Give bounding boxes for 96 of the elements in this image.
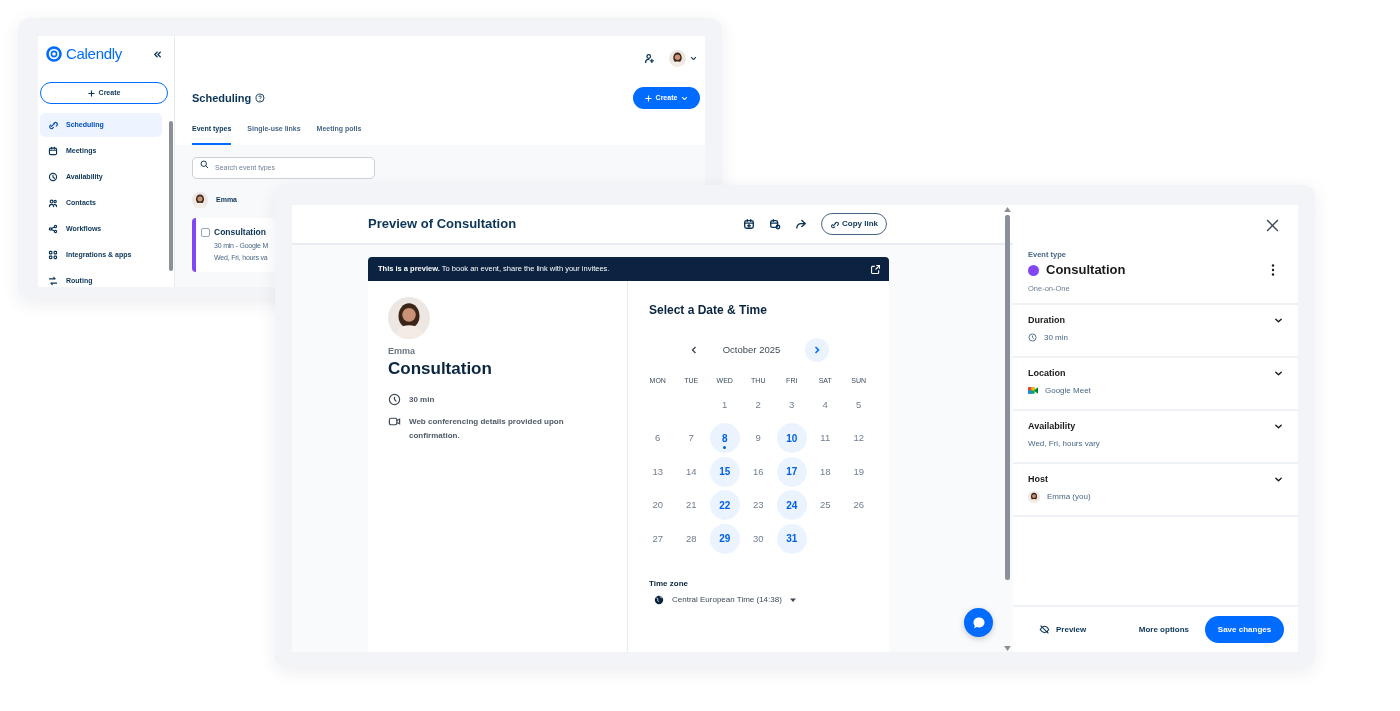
calendar-day: 14 (685, 464, 697, 479)
calendar-day: 27 (652, 531, 664, 546)
calendar-day: 26 (853, 498, 865, 513)
link-icon (830, 219, 839, 229)
calendar-day[interactable]: 10 (776, 423, 807, 454)
calendar-settings-icon[interactable] (769, 218, 781, 230)
more-options-button[interactable]: More options (1138, 623, 1189, 636)
calendar-day: 21 (685, 498, 697, 513)
settings-section[interactable]: Duration 30 min (1013, 305, 1298, 358)
calendar-day[interactable]: 8 (709, 423, 740, 454)
calendar-day: 1 (722, 397, 728, 412)
chat-button[interactable] (964, 608, 993, 637)
logo-icon (46, 46, 62, 62)
apps-icon (48, 250, 58, 260)
more-options-icon[interactable] (1271, 264, 1275, 276)
settings-section[interactable]: Host Emma (you) (1013, 464, 1298, 517)
event-title: Consultation (214, 226, 267, 239)
calendar-day: 9 (755, 431, 761, 446)
calendar-add-icon[interactable] (743, 218, 755, 230)
chat-icon (971, 615, 986, 630)
chevron-down-icon (1274, 422, 1283, 432)
calendar-day[interactable]: 15 (709, 456, 740, 487)
chevron-down-icon (1274, 475, 1283, 485)
event-title: Consultation (1046, 261, 1126, 280)
link-icon (48, 120, 58, 130)
scroll-up-icon[interactable] (1004, 207, 1011, 212)
calendar-icon (48, 146, 58, 156)
plus-icon (87, 89, 95, 97)
logo-text: Calendly (66, 43, 122, 64)
calendar-day: 4 (822, 397, 828, 412)
calendar-day: 25 (819, 498, 831, 513)
add-person-icon[interactable] (644, 52, 655, 64)
share-icon[interactable] (795, 218, 807, 230)
calendar-day: 7 (688, 431, 694, 446)
video-meeting-icon (1028, 386, 1038, 395)
chevron-down-icon (1274, 369, 1283, 379)
clock-icon (1028, 333, 1037, 342)
caret-icon (789, 596, 796, 603)
globe-icon (654, 594, 664, 605)
calendar-day[interactable]: 31 (776, 523, 807, 554)
chevron-down-icon (681, 94, 689, 102)
calendar-day: 19 (853, 464, 865, 479)
calendar-day: 23 (752, 498, 764, 513)
clock-icon (48, 172, 58, 182)
avatar (669, 49, 686, 67)
scroll-down-icon[interactable] (1004, 646, 1011, 651)
calendar-day: 30 (752, 531, 764, 546)
external-link-icon[interactable] (870, 263, 881, 275)
scrollbar[interactable] (1005, 215, 1010, 580)
scrollbar[interactable] (169, 121, 173, 271)
calendar-day: 6 (655, 431, 661, 446)
month-label: October 2025 (721, 342, 782, 357)
eye-off-icon (1039, 624, 1050, 635)
calendar-day[interactable]: 29 (709, 523, 740, 554)
plus-icon (644, 94, 652, 102)
calendar-day: 16 (752, 464, 764, 479)
calendar-day: 2 (755, 397, 761, 412)
settings-section[interactable]: Location Google Meet (1013, 358, 1298, 411)
time-zone-select[interactable]: Central European Time (14:38) (654, 593, 796, 606)
host-avatar (388, 297, 430, 339)
calendar-day: 12 (853, 431, 865, 446)
clock-icon (388, 392, 401, 406)
calendar-day[interactable]: 22 (709, 490, 740, 521)
avatar (192, 192, 208, 208)
calendar-day: 13 (652, 464, 664, 479)
calendar-day: 28 (685, 531, 697, 546)
people-icon (48, 198, 58, 208)
calendar-day: 5 (856, 397, 862, 412)
calendar-day[interactable]: 24 (776, 490, 807, 521)
calendar-day: 3 (789, 397, 795, 412)
calendar-day: 18 (819, 464, 831, 479)
help-icon[interactable] (255, 93, 266, 103)
close-icon[interactable] (1266, 219, 1279, 232)
event-detail: Web conferencing details provided upon confirmation. (409, 415, 565, 442)
calendar-title: Select a Date & Time (649, 302, 768, 319)
chevron-down-icon (1274, 316, 1283, 326)
collapse-icon[interactable] (153, 49, 162, 59)
search-icon (200, 159, 209, 169)
time-zone-label: Time zone (649, 577, 689, 590)
calendar-day: 20 (652, 498, 664, 513)
calendar-day[interactable]: 17 (776, 456, 807, 487)
preview-button[interactable]: Preview (1039, 623, 1087, 636)
host-name: Emma (388, 345, 416, 358)
nodes-icon (48, 224, 58, 234)
settings-section[interactable]: Availability Wed, Fri, hours vary (1013, 411, 1298, 464)
preview-title: Preview of Consultation (368, 215, 518, 234)
event-title: Consultation (388, 358, 493, 379)
calendar-day: 11 (820, 431, 831, 446)
avatar (1028, 490, 1040, 503)
caret-icon (690, 54, 697, 62)
checkbox[interactable] (201, 228, 210, 237)
routing-icon (48, 276, 58, 286)
save-changes-button[interactable]: Save changes (1205, 616, 1284, 643)
copy-link-button[interactable]: Copy link (821, 213, 887, 235)
event-detail: 30 min (409, 393, 436, 406)
page-title: Scheduling (192, 90, 252, 106)
